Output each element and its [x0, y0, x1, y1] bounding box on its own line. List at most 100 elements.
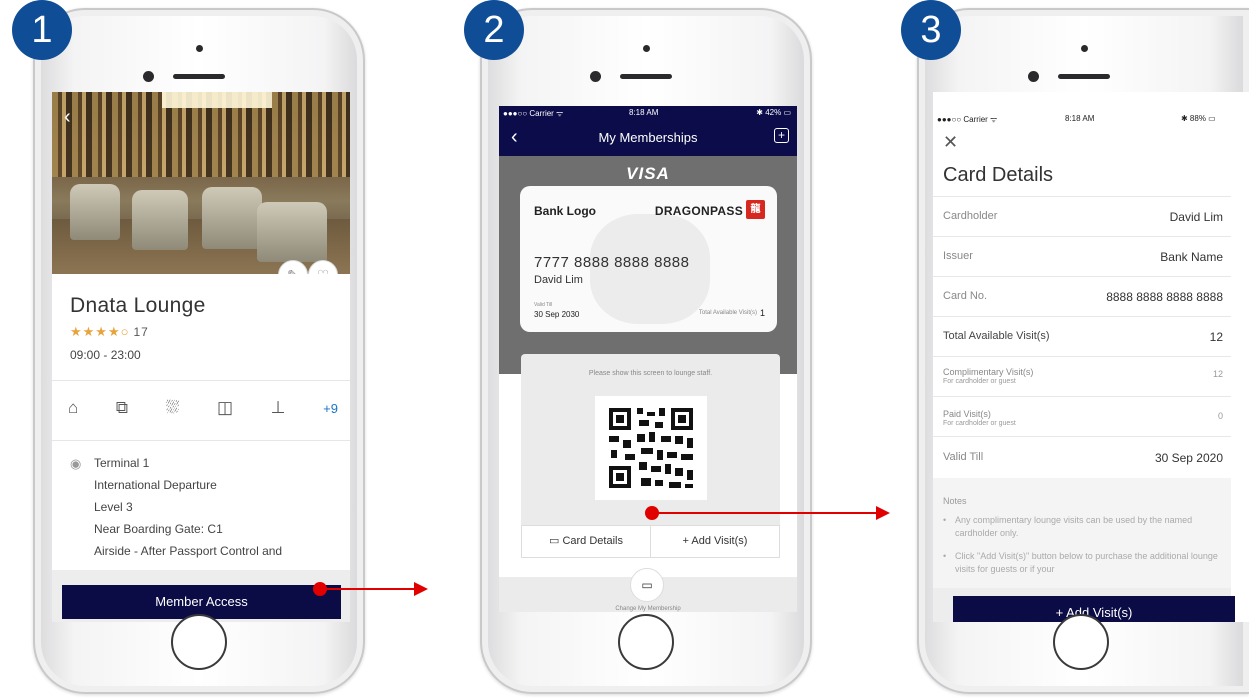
card-details-screen: ●●●○○ Carrier ᯤ 8:18 AM ✱ 88% ▭ ✕ Card D…	[933, 92, 1249, 622]
detail-label: Issuer	[943, 250, 973, 262]
front-camera	[590, 71, 601, 82]
armchair-icon: ⌂	[68, 398, 79, 417]
shower-icon: ⛆	[165, 398, 180, 417]
add-visits-button[interactable]: + Add Visit(s)	[650, 526, 779, 557]
change-membership-icon[interactable]: ▭	[630, 568, 664, 602]
detail-row-issuer: Issuer Bank Name	[933, 236, 1231, 276]
bank-logo: Bank Logo	[534, 204, 596, 218]
detail-label: Card No.	[943, 290, 988, 302]
visits-label: Total Available Visit(s)	[698, 310, 757, 316]
valid-till-date: 30 Sep 2030	[534, 310, 580, 319]
detail-value: 30 Sep 2020	[1154, 451, 1223, 465]
divider	[52, 380, 350, 381]
detail-value: 8888 8888 8888 8888	[1106, 290, 1223, 304]
flow-arrow-head	[414, 582, 428, 596]
back-chevron-icon[interactable]: ‹	[64, 106, 71, 129]
visits-value: 1	[759, 308, 765, 318]
dragonpass-logo: DRAGONPASS	[654, 204, 743, 218]
address-line: Near Boarding Gate: C1	[94, 522, 223, 536]
flow-arrow-line	[320, 588, 416, 590]
notes-title: Notes	[943, 496, 967, 506]
more-amenities-link[interactable]: +9	[323, 401, 338, 416]
rating-stars: ★★★★○ 17	[70, 324, 149, 340]
proximity-sensor	[1081, 45, 1088, 52]
front-camera	[143, 71, 154, 82]
location-pin-icon: ◉	[70, 456, 82, 471]
detail-row-paid: Paid Visit(s) For cardholder or guest 0	[933, 396, 1231, 436]
add-card-icon[interactable]: +	[774, 128, 789, 143]
memberships-screen: ●●●○○ Carrier ᯤ 8:18 AM ✱ 42% ▭ ‹ My Mem…	[499, 106, 797, 612]
flow-arrow-head	[876, 506, 890, 520]
card-details-button[interactable]: ▭ Card Details	[522, 526, 650, 557]
note-text: Click "Add Visit(s)" button below to pur…	[955, 551, 1218, 574]
amenities-row: ⌂ ⧉ ⛆ ◫ ⊥ +9	[68, 398, 338, 418]
detail-value: Bank Name	[1160, 250, 1223, 264]
drinks-icon: ⊥	[270, 398, 286, 417]
carrier-signal: ●●●○○ Carrier ᯤ	[937, 115, 998, 124]
home-button[interactable]	[618, 614, 674, 670]
membership-card[interactable]: Bank Logo DRAGONPASS 龍 7777 8888 8888 88…	[520, 186, 777, 332]
card-number: 7777 8888 8888 8888	[534, 254, 690, 271]
earpiece-speaker	[173, 74, 225, 79]
detail-row-complimentary: Complimentary Visit(s) For cardholder or…	[933, 356, 1231, 396]
front-camera	[1028, 71, 1039, 82]
home-button[interactable]	[171, 614, 227, 670]
visa-logo: VISA	[626, 164, 670, 183]
dragonpass-emblem-icon: 龍	[746, 200, 765, 219]
phone-frame-3: ●●●○○ Carrier ᯤ 8:18 AM ✱ 88% ▭ ✕ Card D…	[917, 8, 1249, 694]
step-badge-2: 2	[464, 0, 524, 60]
nav-bar: ‹ My Memberships +	[499, 120, 797, 156]
address-line: Level 3	[94, 500, 133, 514]
detail-value: 12	[1212, 369, 1223, 379]
detail-label: Complimentary Visit(s)	[943, 367, 1034, 377]
nav-title: My Memberships	[598, 130, 698, 145]
detail-row-valid-till: Valid Till 30 Sep 2020	[933, 436, 1231, 478]
valid-till-label: Valid Till	[534, 302, 553, 308]
step-badge-1: 1	[12, 0, 72, 60]
detail-label: Total Available Visit(s)	[943, 330, 1050, 342]
lounge-photo: ‹ ✎ ♡	[52, 92, 350, 274]
detail-row-cardholder: Cardholder David Lim	[933, 196, 1231, 236]
luggage-icon: ⧉	[115, 398, 129, 417]
detail-label: Paid Visit(s)	[943, 409, 991, 419]
detail-value: 0	[1217, 411, 1223, 421]
detail-sublabel: For cardholder or guest	[943, 420, 1016, 427]
wifi-icon: ◫	[216, 398, 234, 417]
detail-label: Cardholder	[943, 210, 998, 222]
address-line: Terminal 1	[94, 456, 150, 470]
lounge-name: Dnata Lounge	[70, 294, 206, 317]
note-item: • Any complimentary lounge visits can be …	[943, 514, 1227, 540]
page-title: Card Details	[943, 164, 1054, 186]
close-icon[interactable]: ✕	[943, 132, 958, 153]
card-icon: ▭	[549, 535, 563, 547]
detail-row-total-visits: Total Available Visit(s) 12	[933, 316, 1231, 356]
address-line: International Departure	[94, 478, 217, 492]
carrier-signal: ●●●○○ Carrier ᯤ	[503, 109, 564, 118]
opening-hours: 09:00 - 23:00	[70, 348, 141, 362]
detail-row-card-number: Card No. 8888 8888 8888 8888	[933, 276, 1231, 316]
detail-label: Valid Till	[943, 451, 984, 463]
qr-code	[595, 396, 707, 500]
flow-illustration: ‹ ✎ ♡ Dnata Lounge ★★★★○17 09:00 - 23:00…	[0, 0, 1249, 698]
detail-value: David Lim	[1169, 210, 1223, 224]
star-rating-icon: ★★★★○	[70, 324, 130, 339]
status-bar: ●●●○○ Carrier ᯤ 8:18 AM ✱ 42% ▭	[499, 106, 797, 120]
divider	[52, 440, 350, 441]
card-details-label: Card Details	[562, 535, 623, 547]
address-line: Airside - After Passport Control and	[94, 544, 283, 558]
battery-status: ✱ 42% ▭	[756, 108, 791, 117]
note-item: • Click "Add Visit(s)" button below to pu…	[943, 550, 1227, 576]
status-time: 8:18 AM	[1065, 114, 1095, 123]
proximity-sensor	[196, 45, 203, 52]
instruction-text: Please show this screen to lounge staff.	[588, 370, 713, 377]
battery-status: ✱ 88% ▭	[1181, 114, 1216, 123]
home-button[interactable]	[1053, 614, 1109, 670]
detail-value: 12	[1209, 330, 1223, 344]
proximity-sensor	[643, 45, 650, 52]
note-text: Any complimentary lounge visits can be u…	[955, 515, 1193, 538]
step-badge-3: 3	[901, 0, 961, 60]
phone-frame-2: ●●●○○ Carrier ᯤ 8:18 AM ✱ 42% ▭ ‹ My Mem…	[480, 8, 812, 694]
review-count: 17	[133, 325, 149, 339]
cardholder-name: David Lim	[534, 274, 583, 286]
status-bar: ●●●○○ Carrier ᯤ 8:18 AM ✱ 88% ▭	[933, 114, 1231, 128]
